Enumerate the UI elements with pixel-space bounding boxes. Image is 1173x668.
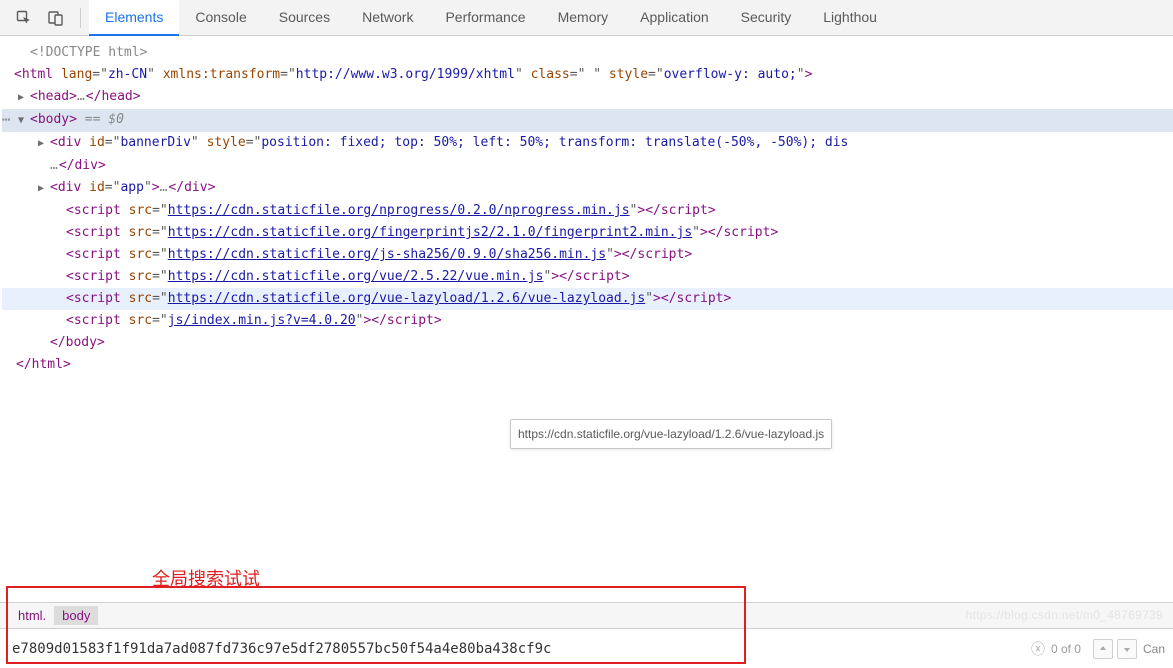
script-node[interactable]: <script src="https://cdn.staticfile.org/… — [2, 222, 1173, 244]
doctype-node[interactable]: <!DOCTYPE html> — [2, 42, 1173, 64]
inspect-element-icon[interactable] — [8, 4, 40, 32]
dom-tree[interactable]: <!DOCTYPE html> <html lang="zh-CN" xmlns… — [0, 36, 1173, 572]
overflow-dots-icon[interactable]: ⋯ — [2, 109, 11, 131]
clear-icon[interactable]: ⓧ — [1031, 639, 1045, 659]
user-annotation: 全局搜索试试 — [152, 565, 260, 591]
collapse-toggle-icon[interactable]: ▼ — [18, 110, 28, 132]
close-search-button[interactable]: Can — [1143, 642, 1165, 656]
script-node[interactable]: <script src="https://cdn.staticfile.org/… — [2, 266, 1173, 288]
devtools-toolbar: Elements Console Sources Network Perform… — [0, 0, 1173, 36]
prev-match-button[interactable] — [1093, 639, 1113, 659]
breadcrumb-body[interactable]: body — [54, 606, 98, 625]
head-node[interactable]: ▶<head>…</head> — [2, 86, 1173, 109]
tab-security[interactable]: Security — [725, 0, 808, 36]
body-close-node[interactable]: </body> — [2, 332, 1173, 354]
html-open-node[interactable]: <html lang="zh-CN" xmlns:transform="http… — [2, 64, 1173, 86]
expand-toggle-icon[interactable]: ▶ — [18, 87, 28, 109]
link-tooltip: https://cdn.staticfile.org/vue-lazyload/… — [510, 419, 832, 449]
breadcrumb-html[interactable]: html. — [10, 606, 54, 625]
tab-application[interactable]: Application — [624, 0, 725, 36]
script-node[interactable]: <script src="https://cdn.staticfile.org/… — [2, 244, 1173, 266]
tab-performance[interactable]: Performance — [429, 0, 541, 36]
script-node[interactable]: <script src="js/index.min.js?v=4.0.20"><… — [2, 310, 1173, 332]
breadcrumb: html. body — [0, 602, 1173, 628]
tab-memory[interactable]: Memory — [542, 0, 625, 36]
html-close-node[interactable]: </html> — [2, 354, 1173, 376]
tab-console[interactable]: Console — [179, 0, 262, 36]
script-node[interactable]: <script src="https://cdn.staticfile.org/… — [2, 200, 1173, 222]
device-toggle-icon[interactable] — [40, 4, 72, 32]
find-bar: ⓧ 0 of 0 Can — [0, 628, 1173, 668]
banner-div-close[interactable]: …</div> — [2, 155, 1173, 177]
next-match-button[interactable] — [1117, 639, 1137, 659]
tab-elements[interactable]: Elements — [89, 0, 179, 36]
expand-toggle-icon[interactable]: ▶ — [38, 178, 48, 200]
search-input[interactable] — [8, 635, 1023, 663]
panel-tabs: Elements Console Sources Network Perform… — [89, 0, 893, 36]
body-open-node[interactable]: ⋯ ▼<body> == $0 — [2, 109, 1173, 132]
tab-network[interactable]: Network — [346, 0, 429, 36]
tab-sources[interactable]: Sources — [263, 0, 346, 36]
search-status: ⓧ 0 of 0 — [1031, 639, 1081, 659]
app-div-node[interactable]: ▶<div id="app">…</div> — [2, 177, 1173, 200]
tab-lighthouse[interactable]: Lighthou — [807, 0, 893, 36]
expand-toggle-icon[interactable]: ▶ — [38, 133, 48, 155]
script-node-hovered[interactable]: <script src="https://cdn.staticfile.org/… — [2, 288, 1173, 310]
banner-div-node[interactable]: ▶<div id="bannerDiv" style="position: fi… — [2, 132, 1173, 155]
